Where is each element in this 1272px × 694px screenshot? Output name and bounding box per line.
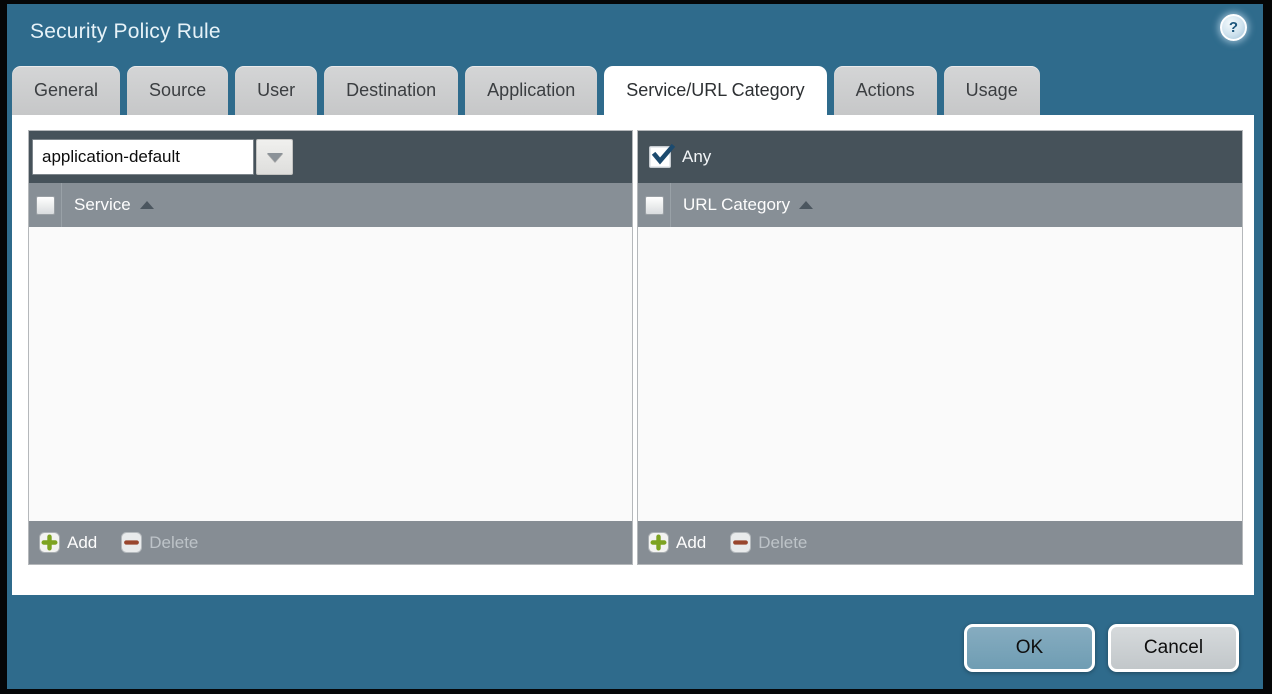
add-button-label: Add	[676, 533, 706, 553]
tab-content: Service Add Dele	[12, 115, 1254, 595]
service-type-input[interactable]	[32, 139, 254, 175]
url-category-table-header: URL Category	[638, 183, 1242, 227]
tab-label: Source	[149, 80, 206, 101]
service-column-label: Service	[74, 195, 131, 215]
any-checkbox[interactable]	[649, 146, 671, 168]
security-policy-rule-dialog: Security Policy Rule ? General Source Us…	[7, 4, 1263, 689]
service-table-header: Service	[29, 183, 632, 227]
titlebar: Security Policy Rule ?	[7, 4, 1263, 64]
tab-actions[interactable]: Actions	[834, 66, 937, 115]
url-category-column-label: URL Category	[683, 195, 790, 215]
service-column-header[interactable]: Service	[74, 195, 154, 215]
tab-source[interactable]: Source	[127, 66, 228, 115]
url-category-select-all-checkbox[interactable]	[645, 196, 664, 215]
delete-button-label: Delete	[758, 533, 807, 553]
tab-label: Destination	[346, 80, 436, 101]
tab-destination[interactable]: Destination	[324, 66, 458, 115]
dialog-actions: OK Cancel	[964, 624, 1239, 672]
minus-icon	[121, 532, 142, 553]
service-add-button[interactable]: Add	[39, 532, 97, 553]
tab-application[interactable]: Application	[465, 66, 597, 115]
url-category-column-header[interactable]: URL Category	[683, 195, 813, 215]
service-toolbar	[29, 131, 632, 183]
service-footer: Add Delete	[29, 521, 632, 564]
cancel-button-label: Cancel	[1144, 637, 1203, 659]
help-icon[interactable]: ?	[1220, 14, 1247, 41]
url-category-select-all-cell	[638, 183, 671, 227]
any-label: Any	[682, 147, 711, 167]
service-delete-button[interactable]: Delete	[121, 532, 198, 553]
cancel-button[interactable]: Cancel	[1108, 624, 1239, 672]
url-category-toolbar: Any	[638, 131, 1242, 183]
url-category-footer: Add Delete	[638, 521, 1242, 564]
tab-label: Service/URL Category	[626, 80, 804, 101]
tab-strip: General Source User Destination Applicat…	[12, 66, 1040, 115]
tab-usage[interactable]: Usage	[944, 66, 1040, 115]
service-type-combobox	[32, 139, 293, 175]
ok-button-label: OK	[1016, 637, 1043, 659]
tab-label: Application	[487, 80, 575, 101]
plus-icon	[39, 532, 60, 553]
help-icon-glyph: ?	[1229, 19, 1238, 36]
checkmark-icon	[651, 144, 675, 168]
minus-icon	[730, 532, 751, 553]
service-type-dropdown-button[interactable]	[256, 139, 293, 175]
add-button-label: Add	[67, 533, 97, 553]
tab-label: Actions	[856, 80, 915, 101]
chevron-down-icon	[267, 153, 283, 162]
tab-label: General	[34, 80, 98, 101]
plus-icon	[648, 532, 669, 553]
service-table-body	[29, 227, 632, 521]
url-category-delete-button[interactable]: Delete	[730, 532, 807, 553]
service-panel: Service Add Dele	[28, 130, 633, 565]
tab-general[interactable]: General	[12, 66, 120, 115]
tab-label: User	[257, 80, 295, 101]
service-select-all-checkbox[interactable]	[36, 196, 55, 215]
delete-button-label: Delete	[149, 533, 198, 553]
tab-label: Usage	[966, 80, 1018, 101]
sort-ascending-icon	[799, 201, 813, 209]
any-row: Any	[649, 146, 711, 168]
url-category-add-button[interactable]: Add	[648, 532, 706, 553]
dialog-title: Security Policy Rule	[30, 20, 221, 44]
url-category-panel: Any URL Category Add	[637, 130, 1243, 565]
service-select-all-cell	[29, 183, 62, 227]
sort-ascending-icon	[140, 201, 154, 209]
tab-user[interactable]: User	[235, 66, 317, 115]
ok-button[interactable]: OK	[964, 624, 1095, 672]
tab-service-url-category[interactable]: Service/URL Category	[604, 66, 826, 115]
url-category-table-body	[638, 227, 1242, 521]
